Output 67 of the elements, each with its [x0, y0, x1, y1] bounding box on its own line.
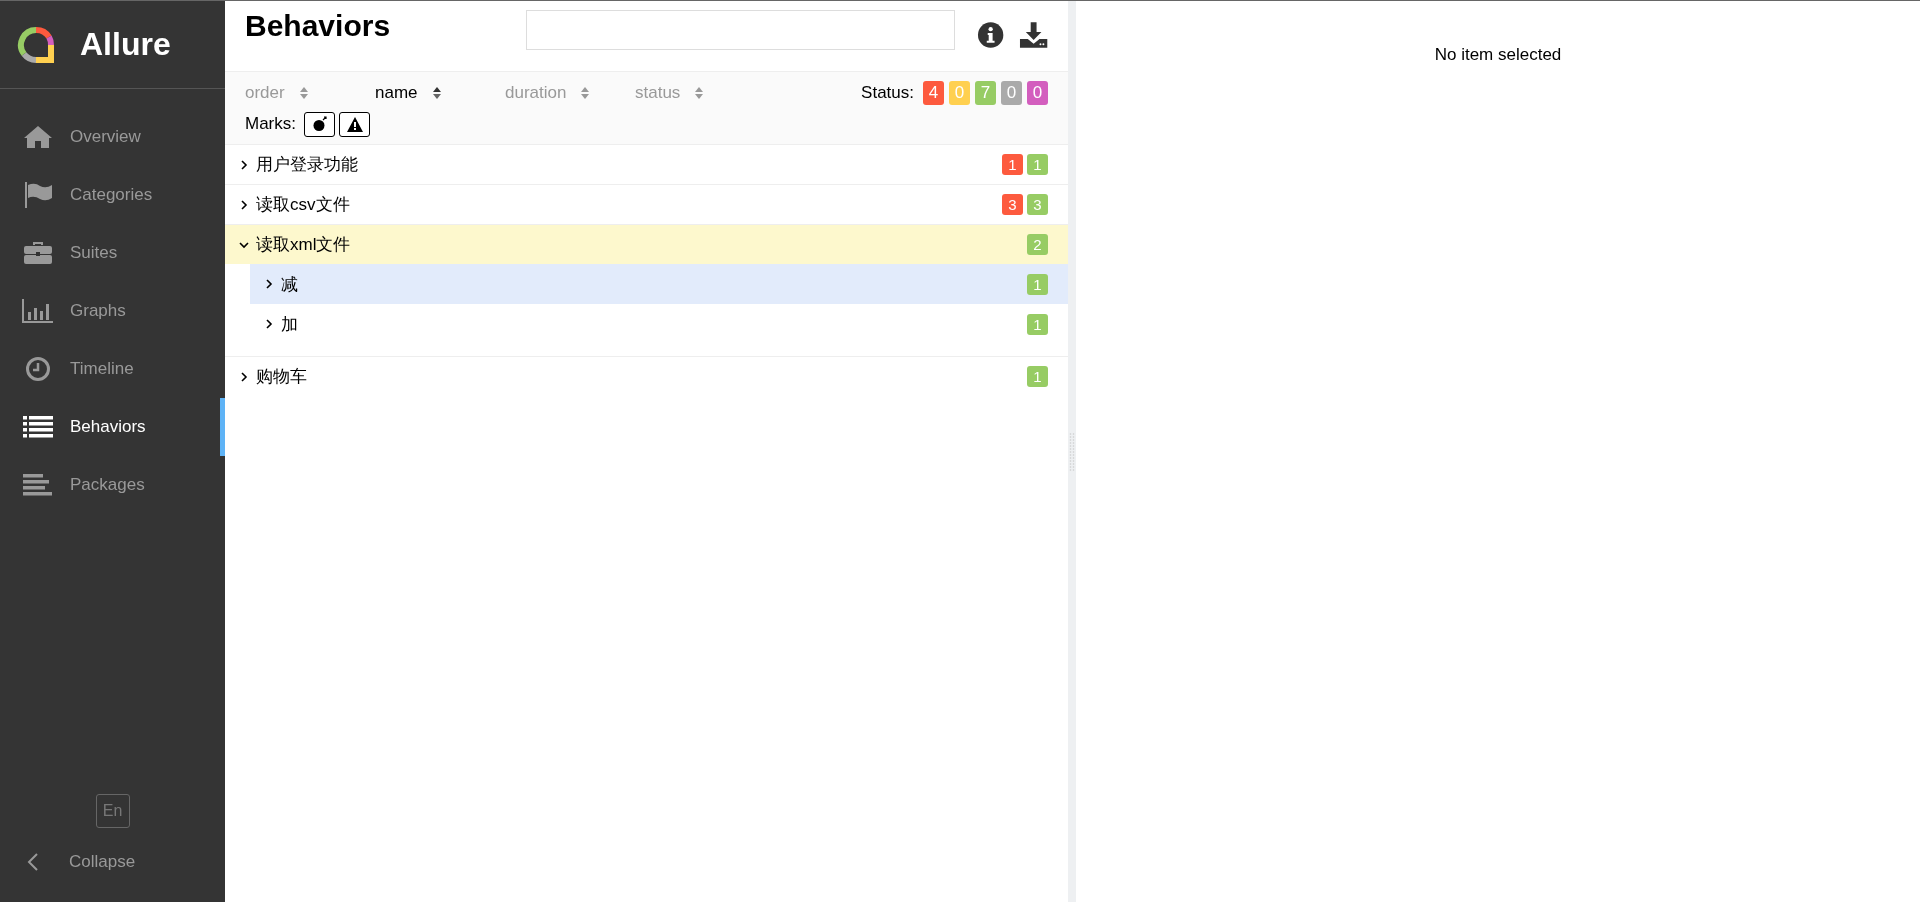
collapse-button[interactable]: Collapse	[0, 828, 225, 872]
group-name: 读取xml文件	[256, 234, 351, 256]
info-icon[interactable]	[977, 21, 1005, 49]
group-name: 读取csv文件	[256, 194, 350, 216]
tree-group-row[interactable]: 用户登录功能 1 1	[225, 145, 1068, 184]
tree-child-row[interactable]: 加 1	[250, 304, 1068, 344]
nav-item[interactable]: Behaviors	[0, 398, 225, 456]
chevron-right-icon	[264, 319, 274, 329]
nav-item[interactable]: Suites	[0, 224, 225, 282]
status-filter[interactable]: 0	[1001, 81, 1022, 105]
tree-group-row[interactable]: 购物车 1	[225, 357, 1068, 396]
page-title: Behaviors	[245, 9, 392, 43]
sort-icon	[431, 86, 442, 100]
download-icon[interactable]	[1018, 21, 1048, 49]
child-name: 减	[281, 273, 298, 296]
count-badge: 3	[1027, 194, 1048, 215]
count-badge: 3	[1002, 194, 1023, 215]
tree-group-row[interactable]: 读取xml文件 2	[225, 225, 1068, 264]
chevron-left-icon	[27, 853, 39, 871]
nav-item[interactable]: Graphs	[0, 282, 225, 340]
chevron-right-icon	[264, 279, 274, 289]
count-badge: 1	[1027, 313, 1048, 335]
warning-icon	[346, 116, 363, 132]
list-icon	[22, 416, 54, 438]
child-name: 加	[281, 313, 298, 336]
sort-icon	[694, 86, 705, 100]
grip-icon	[1069, 431, 1075, 472]
marks-label: Marks:	[245, 114, 296, 134]
nav-item[interactable]: Timeline	[0, 340, 225, 398]
sort-icon	[580, 86, 591, 100]
briefcase-icon	[22, 241, 54, 265]
count-badge: 2	[1027, 234, 1048, 255]
status-label: Status:	[861, 83, 914, 103]
sort-icon	[298, 86, 309, 100]
chevron-right-icon	[239, 199, 249, 210]
sort-button[interactable]: name	[373, 83, 503, 103]
sort-button[interactable]: order	[243, 83, 373, 103]
count-badge: 1	[1027, 273, 1048, 295]
empty-message: No item selected	[1433, 45, 1563, 65]
count-badge: 1	[1027, 366, 1048, 387]
language-button[interactable]: En	[95, 794, 130, 828]
warning-filter[interactable]	[339, 111, 370, 137]
tree-child-row[interactable]: 减 1	[250, 264, 1068, 304]
nav-item[interactable]: Packages	[0, 456, 225, 514]
status-filter[interactable]: 0	[1027, 81, 1048, 105]
sort-button[interactable]: duration	[503, 83, 633, 103]
count-badge: 1	[1002, 154, 1023, 175]
bar-chart-icon	[22, 299, 54, 323]
nav-item[interactable]: Overview	[0, 108, 225, 166]
tree-group-row[interactable]: 读取csv文件 3 3	[225, 185, 1068, 224]
group-name: 购物车	[256, 366, 307, 388]
chevron-down-icon	[239, 239, 249, 250]
chevron-right-icon	[239, 159, 249, 170]
group-name: 用户登录功能	[256, 154, 358, 176]
home-icon	[22, 125, 54, 149]
app-title: Allure	[80, 26, 171, 63]
align-left-icon	[22, 474, 54, 496]
count-badge: 1	[1027, 154, 1048, 175]
flaky-filter[interactable]	[304, 111, 335, 137]
search-field[interactable]	[526, 10, 956, 50]
bomb-icon	[311, 116, 328, 132]
flag-icon	[22, 182, 54, 208]
sort-button[interactable]: status	[633, 83, 763, 103]
chevron-right-icon	[239, 371, 249, 382]
status-filter[interactable]: 4	[923, 81, 944, 105]
logo-icon	[16, 24, 56, 65]
nav-item[interactable]: Categories	[0, 166, 225, 224]
